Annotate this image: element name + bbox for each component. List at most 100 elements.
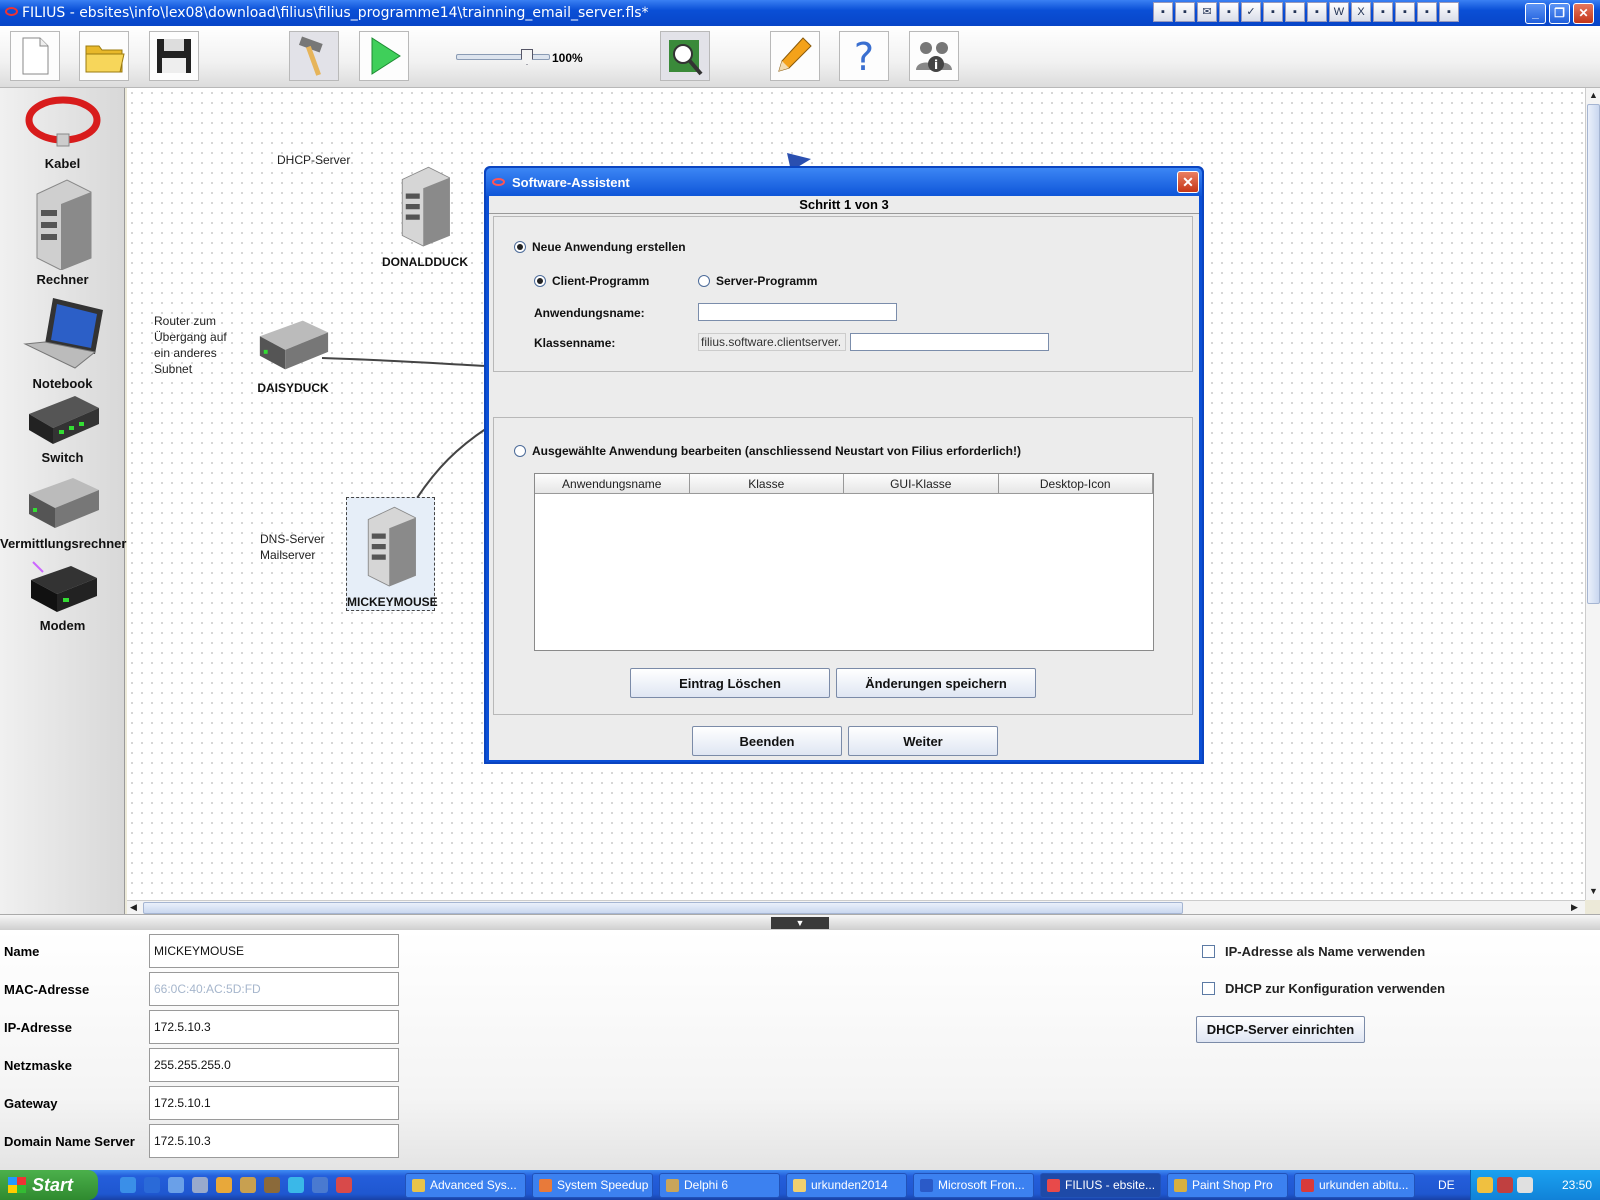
task-urkunden2014[interactable]: urkunden2014 xyxy=(786,1173,907,1198)
tray-icon[interactable]: ▪ xyxy=(1395,2,1415,22)
note-router[interactable]: Router zum Übergang auf ein anderes Subn… xyxy=(154,313,227,377)
restore-button[interactable]: ❐ xyxy=(1549,3,1570,24)
node-daisyduck[interactable]: DAISYDUCK xyxy=(249,316,337,395)
palette-item-vermittlungsrechner[interactable]: Vermittlungsrechner xyxy=(0,474,126,551)
window-close-button[interactable]: ✕ xyxy=(1573,3,1594,24)
delete-entry-button[interactable]: Eintrag Löschen xyxy=(630,668,830,698)
new-button[interactable] xyxy=(10,31,60,81)
tray-icon[interactable] xyxy=(1477,1177,1493,1193)
task-delphi[interactable]: Delphi 6 xyxy=(659,1173,780,1198)
zoom-slider[interactable] xyxy=(456,49,550,65)
start-button[interactable]: Start xyxy=(0,1170,98,1200)
tray-icon[interactable]: ▪ xyxy=(1153,2,1173,22)
quicklaunch-icon[interactable] xyxy=(264,1177,280,1193)
note-dns-mail[interactable]: DNS-Server Mailserver xyxy=(260,531,325,563)
quit-button[interactable]: Beenden xyxy=(692,726,842,756)
netmask-field[interactable]: 255.255.255.0 xyxy=(149,1048,399,1082)
save-changes-button[interactable]: Änderungen speichern xyxy=(836,668,1036,698)
tray-icon[interactable]: ▪ xyxy=(1285,2,1305,22)
quicklaunch-icon[interactable] xyxy=(216,1177,232,1193)
ip-as-name-checkbox[interactable]: IP-Adresse als Name verwenden xyxy=(1202,944,1425,959)
documentation-button[interactable] xyxy=(770,31,820,81)
name-field[interactable]: MICKEYMOUSE xyxy=(149,934,399,968)
dhcp-config-checkbox[interactable]: DHCP zur Konfiguration verwenden xyxy=(1202,981,1445,996)
scroll-left-icon[interactable]: ◀ xyxy=(130,902,137,913)
save-button[interactable] xyxy=(149,31,199,81)
design-mode-button[interactable] xyxy=(289,31,339,81)
collapse-arrow-icon[interactable]: ▼ xyxy=(771,917,829,929)
excel-icon[interactable]: X xyxy=(1351,2,1371,22)
palette-item-rechner[interactable]: Rechner xyxy=(0,174,125,287)
check-icon[interactable]: ✓ xyxy=(1241,2,1261,22)
tray-icon[interactable]: ▪ xyxy=(1439,2,1459,22)
palette-item-modem[interactable]: Modem xyxy=(0,558,125,633)
hscroll-thumb[interactable] xyxy=(143,902,1183,914)
quicklaunch-icon[interactable] xyxy=(192,1177,208,1193)
dhcp-server-setup-button[interactable]: DHCP-Server einrichten xyxy=(1196,1016,1365,1043)
column-header[interactable]: Anwendungsname xyxy=(535,474,690,493)
radio-circle[interactable] xyxy=(698,275,710,287)
cable-line[interactable] xyxy=(416,427,488,499)
tray-icon[interactable]: ▪ xyxy=(1263,2,1283,22)
edit-app-radio[interactable]: Ausgewählte Anwendung bearbeiten (anschl… xyxy=(514,444,1021,458)
tray-icon[interactable]: ▪ xyxy=(1417,2,1437,22)
checkbox-box[interactable] xyxy=(1202,945,1215,958)
quicklaunch-icon[interactable] xyxy=(312,1177,328,1193)
column-header[interactable]: Desktop-Icon xyxy=(999,474,1153,493)
open-button[interactable] xyxy=(79,31,129,81)
task-advanced-sys[interactable]: Advanced Sys... xyxy=(405,1173,526,1198)
ie-icon[interactable] xyxy=(144,1177,160,1193)
dialog-close-button[interactable]: ✕ xyxy=(1177,171,1199,193)
palette-item-notebook[interactable]: Notebook xyxy=(0,294,125,391)
tray-icon[interactable] xyxy=(1497,1177,1513,1193)
quicklaunch-icon[interactable] xyxy=(240,1177,256,1193)
task-paint-shop-pro[interactable]: Paint Shop Pro xyxy=(1167,1173,1288,1198)
info-button[interactable]: i xyxy=(909,31,959,81)
task-filius[interactable]: FILIUS - ebsite... xyxy=(1040,1173,1161,1198)
server-program-radio[interactable]: Server-Programm xyxy=(698,274,817,288)
help-button[interactable]: ? xyxy=(839,31,889,81)
palette-item-kabel[interactable]: Kabel xyxy=(0,94,125,171)
language-indicator[interactable]: DE xyxy=(1438,1178,1455,1192)
node-donaldduck[interactable]: DONALDDUCK xyxy=(379,158,471,269)
class-name-input[interactable] xyxy=(850,333,1049,351)
software-wizard-button[interactable] xyxy=(660,31,710,81)
column-header[interactable]: GUI-Klasse xyxy=(844,474,999,493)
apps-table[interactable]: Anwendungsname Klasse GUI-Klasse Desktop… xyxy=(534,473,1154,651)
task-urkunden-abitur[interactable]: urkunden abitu... xyxy=(1294,1173,1415,1198)
dns-field[interactable]: 172.5.10.3 xyxy=(149,1124,399,1158)
run-mode-button[interactable] xyxy=(359,31,409,81)
zoom-slider-knob[interactable] xyxy=(521,49,533,65)
node-mickeymouse[interactable]: MICKEYMOUSE xyxy=(346,497,438,611)
tray-icon[interactable]: ▪ xyxy=(1175,2,1195,22)
app-name-input[interactable] xyxy=(698,303,897,321)
radio-circle[interactable] xyxy=(514,241,526,253)
palette-item-switch[interactable]: Switch xyxy=(0,392,125,465)
canvas-vertical-scrollbar[interactable]: ▲ ▼ xyxy=(1585,88,1600,900)
client-program-radio[interactable]: Client-Programm xyxy=(534,274,649,288)
ip-field[interactable]: 172.5.10.3 xyxy=(149,1010,399,1044)
panel-divider[interactable]: ▼ xyxy=(0,914,1600,930)
scroll-right-icon[interactable]: ▶ xyxy=(1571,902,1578,913)
checkbox-box[interactable] xyxy=(1202,982,1215,995)
tray-icon[interactable]: ▪ xyxy=(1373,2,1393,22)
scroll-up-icon[interactable]: ▲ xyxy=(1589,90,1598,100)
task-system-speedup[interactable]: System Speedup xyxy=(532,1173,653,1198)
word-icon[interactable]: W xyxy=(1329,2,1349,22)
radio-circle[interactable] xyxy=(534,275,546,287)
mail-icon[interactable]: ✉ xyxy=(1197,2,1217,22)
quicklaunch-icon[interactable] xyxy=(288,1177,304,1193)
quicklaunch-icon[interactable] xyxy=(168,1177,184,1193)
next-button[interactable]: Weiter xyxy=(848,726,998,756)
quicklaunch-icon[interactable] xyxy=(336,1177,352,1193)
column-header[interactable]: Klasse xyxy=(690,474,844,493)
scroll-down-icon[interactable]: ▼ xyxy=(1589,886,1598,896)
new-app-radio[interactable]: Neue Anwendung erstellen xyxy=(514,240,686,254)
vscroll-thumb[interactable] xyxy=(1587,104,1600,604)
tray-icon[interactable]: ▪ xyxy=(1219,2,1239,22)
task-microsoft-frontpage[interactable]: Microsoft Fron... xyxy=(913,1173,1034,1198)
desktop-icon[interactable] xyxy=(120,1177,136,1193)
radio-circle[interactable] xyxy=(514,445,526,457)
minimize-button[interactable]: _ xyxy=(1525,3,1546,24)
cable-line[interactable] xyxy=(321,357,488,367)
